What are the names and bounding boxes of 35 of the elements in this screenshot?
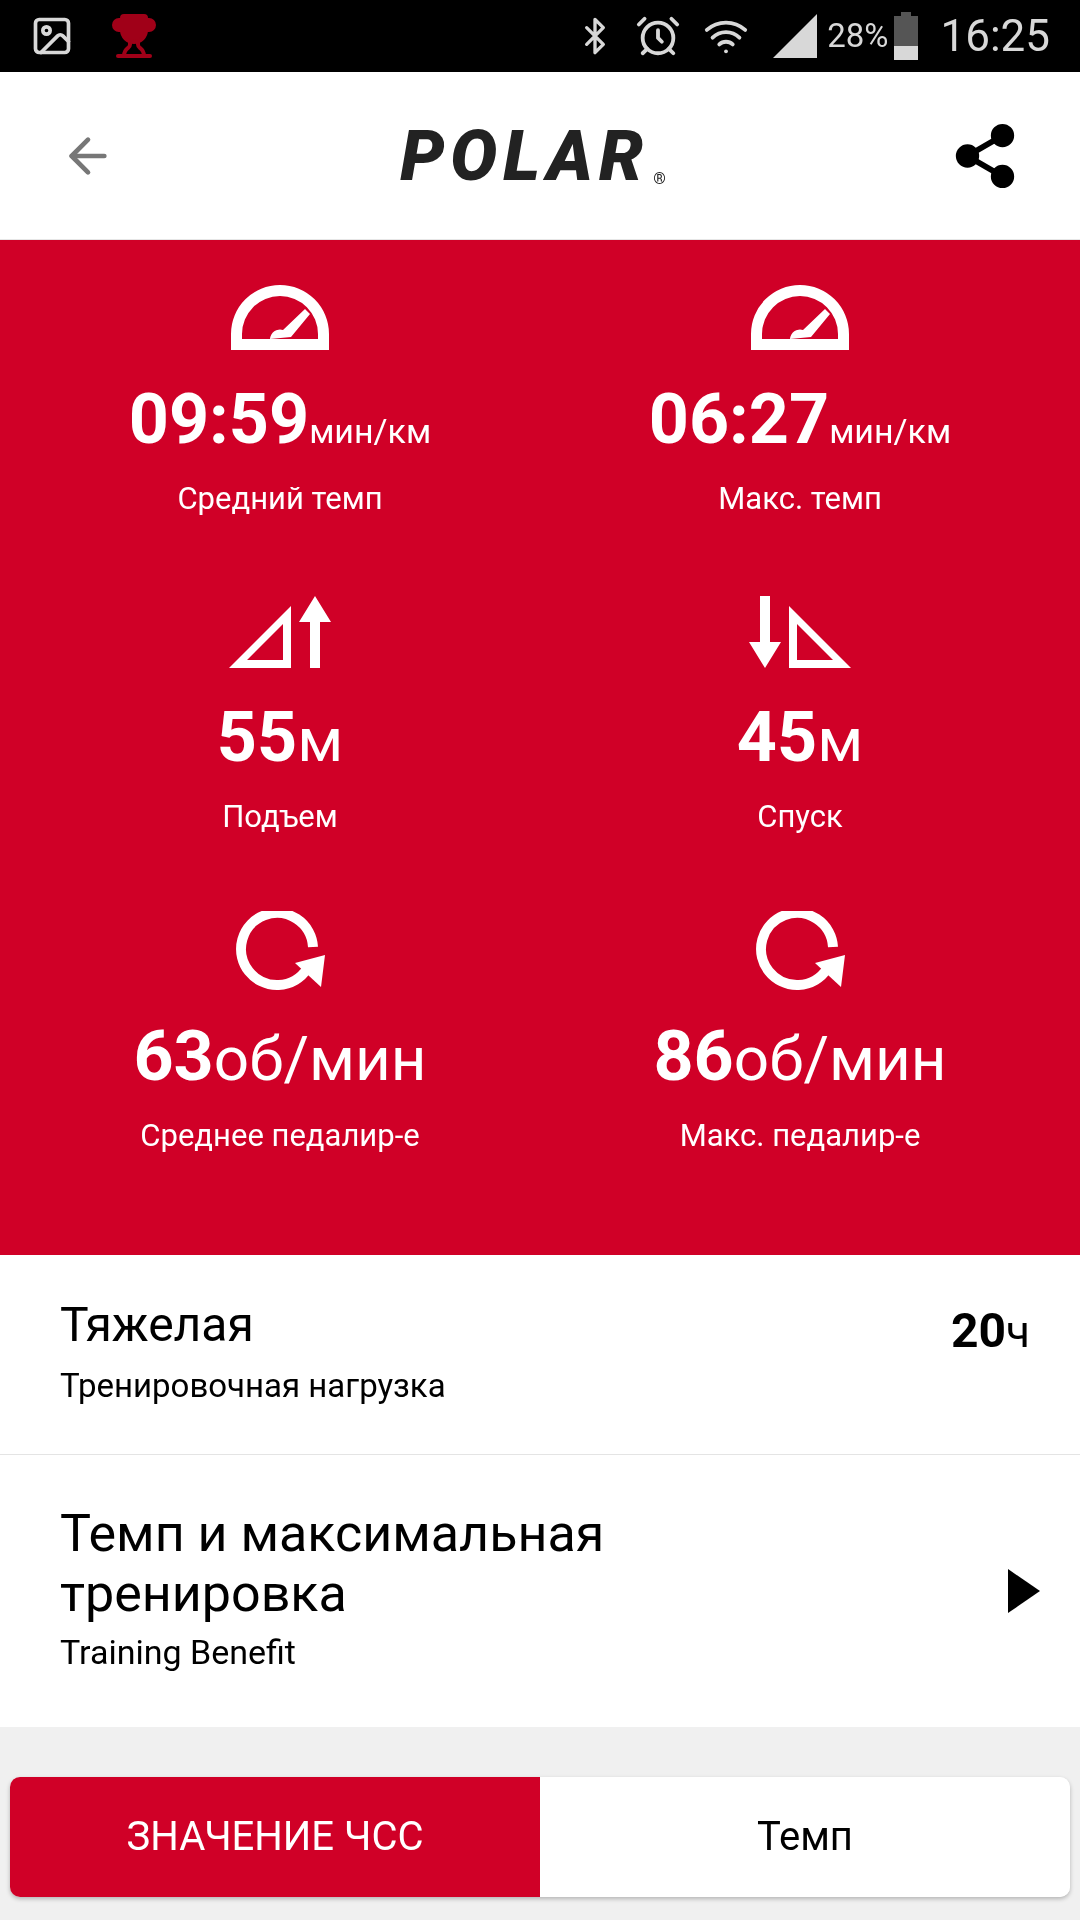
stat-unit: м — [297, 709, 344, 772]
tab[interactable]: Темп — [540, 1777, 1070, 1897]
stat-label: Средний темп — [177, 479, 383, 519]
registered-mark: ® — [653, 167, 666, 190]
stat-label: Среднее педалир-е — [140, 1115, 420, 1156]
signal-icon — [771, 12, 820, 60]
stat-value: 55 — [216, 702, 298, 773]
training-benefit-subtitle: Training Benefit — [60, 1631, 297, 1675]
stat-unit: об/мин — [733, 1027, 947, 1090]
play-arrow-icon — [1008, 1569, 1040, 1613]
stat-value: 86 — [653, 1020, 734, 1091]
stat-unit: об/мин — [213, 1027, 427, 1090]
stat-label: Подъем — [222, 797, 338, 838]
training-load-unit: ч — [1006, 1305, 1030, 1360]
training-benefit-row[interactable]: Темп и максимальная тренировка Training Benefit — [0, 1455, 1080, 1727]
stat-unit: мин/км — [309, 414, 432, 448]
stat-label: Макс. темп — [718, 479, 882, 519]
training-load-value: 20 — [951, 1301, 1007, 1361]
stat-value: 63 — [133, 1020, 214, 1091]
stat-label: Спуск — [757, 797, 843, 838]
trophy-icon — [110, 12, 158, 60]
battery-percent: 28% — [827, 15, 889, 58]
tab[interactable]: ЗНАЧЕНИЕ ЧСС — [10, 1777, 540, 1897]
stat-value: 45 — [736, 702, 818, 773]
training-benefit-title: Темп и максимальная тренировка — [60, 1503, 606, 1624]
training-load-subtitle: Тренировочная нагрузка — [60, 1365, 446, 1407]
stat-label: Макс. педалир-е — [679, 1115, 921, 1156]
stat-unit: мин/км — [829, 414, 952, 448]
stat-value: 09:59 — [128, 384, 310, 454]
training-load-title: Тяжелая — [60, 1295, 255, 1355]
battery-icon — [894, 12, 919, 60]
stat-value: 06:27 — [648, 384, 830, 454]
polar-logo: POLAR — [400, 120, 650, 191]
stat-unit: м — [817, 709, 864, 772]
clock-time: 16:25 — [940, 9, 1050, 64]
